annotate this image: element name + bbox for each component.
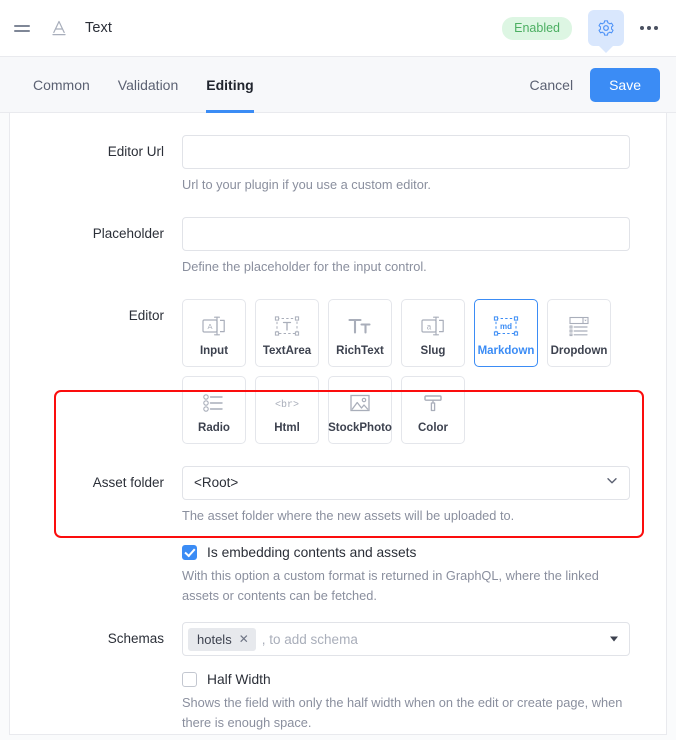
placeholder-label: Placeholder xyxy=(92,225,164,241)
more-options-button[interactable] xyxy=(636,13,662,43)
editor-option-richtext[interactable]: RichText xyxy=(328,298,392,367)
editor-option-slug[interactable]: a Slug xyxy=(401,298,465,367)
cancel-button[interactable]: Cancel xyxy=(529,77,573,93)
input-field-icon: A xyxy=(201,309,227,343)
svg-text:A: A xyxy=(207,322,212,331)
field-editor-url: Editor Url Url to your plugin if you use… xyxy=(10,135,666,195)
editor-option-color[interactable]: Color xyxy=(401,375,465,444)
drag-handle-icon[interactable] xyxy=(14,18,34,38)
schemas-placeholder: , to add schema xyxy=(261,631,358,647)
field-schemas: Schemas hotels ✕ , to add schema xyxy=(10,622,666,657)
editor-option-label: TextArea xyxy=(262,344,312,357)
editor-url-label: Editor Url xyxy=(107,144,164,159)
editor-option-label: RichText xyxy=(336,344,384,357)
embedding-checkbox[interactable] xyxy=(182,545,197,561)
svg-text:md: md xyxy=(500,322,512,331)
editor-option-label: Color xyxy=(417,421,449,434)
tab-validation[interactable]: Validation xyxy=(118,57,178,112)
editor-option-stockphoto[interactable]: StockPhoto xyxy=(328,375,392,444)
field-half-width: Half Width Shows the field with only the… xyxy=(10,672,666,733)
asset-folder-hint: The asset folder where the new assets wi… xyxy=(182,507,515,523)
editor-option-label: StockPhoto xyxy=(328,421,392,434)
tab-editing[interactable]: Editing xyxy=(206,57,255,113)
editor-option-grid: A Input TextArea RichText a Slug md Mark… xyxy=(182,298,630,444)
editor-option-radio[interactable]: Radio xyxy=(182,375,246,444)
embedding-checkbox-row[interactable]: Is embedding contents and assets xyxy=(182,545,630,561)
settings-button[interactable] xyxy=(588,10,624,46)
text-type-icon xyxy=(47,16,71,40)
svg-text:<br>: <br> xyxy=(275,399,299,411)
editor-option-dropdown[interactable]: Dropdown xyxy=(547,298,611,367)
half-width-checkbox[interactable] xyxy=(182,672,197,688)
asset-folder-value: <Root> xyxy=(194,475,239,491)
half-width-hint: Shows the field with only the half width… xyxy=(182,695,623,730)
richtext-icon xyxy=(347,309,373,343)
field-editor: Editor A Input TextArea RichText a Slug … xyxy=(10,298,666,444)
gear-icon xyxy=(598,20,614,36)
svg-text:a: a xyxy=(427,322,432,331)
editor-url-hint: Url to your plugin if you use a custom e… xyxy=(182,177,431,192)
editor-option-label: Radio xyxy=(198,421,230,434)
tab-bar: Common Validation Editing Cancel Save xyxy=(0,57,676,113)
field-settings-page: Text Enabled Common Validation Editing C… xyxy=(0,0,676,740)
remove-tag-icon[interactable]: ✕ xyxy=(239,633,249,645)
field-embedding: Is embedding contents and assets With th… xyxy=(10,545,666,606)
page-title: Text xyxy=(85,20,112,36)
editor-option-label: Slug xyxy=(420,344,446,357)
editor-option-textarea[interactable]: TextArea xyxy=(255,298,319,367)
field-placeholder: Placeholder Define the placeholder for t… xyxy=(10,216,666,277)
markdown-icon: md xyxy=(492,309,520,343)
placeholder-input[interactable] xyxy=(182,216,630,251)
tab-list: Common Validation Editing xyxy=(0,57,255,113)
save-button[interactable]: Save xyxy=(590,67,660,102)
editor-option-label: Html xyxy=(274,421,300,434)
editor-option-label: Markdown xyxy=(477,344,535,357)
status-badge: Enabled xyxy=(502,16,572,40)
schema-tag[interactable]: hotels ✕ xyxy=(188,627,256,651)
editor-option-input[interactable]: A Input xyxy=(182,298,246,367)
editor-option-markdown[interactable]: md Markdown xyxy=(474,298,538,367)
schemas-label: Schemas xyxy=(107,631,164,647)
editor-label: Editor xyxy=(128,307,164,323)
html-br-icon: <br> xyxy=(270,386,304,420)
caret-down-icon xyxy=(610,636,618,642)
embedding-label: Is embedding contents and assets xyxy=(207,545,417,561)
editor-url-input[interactable] xyxy=(182,135,630,169)
asset-folder-label: Asset folder xyxy=(92,474,164,490)
radio-list-icon xyxy=(201,386,227,420)
half-width-label: Half Width xyxy=(207,672,271,688)
more-options-icon xyxy=(640,26,644,30)
stockphoto-icon xyxy=(348,386,372,420)
editor-option-label: Dropdown xyxy=(550,344,608,357)
embedding-hint: With this option a custom format is retu… xyxy=(182,568,599,604)
schemas-tag-input[interactable]: hotels ✕ , to add schema xyxy=(182,622,630,657)
field-asset-folder: Asset folder <Root> The asset folder whe… xyxy=(10,465,666,526)
paint-roller-icon xyxy=(421,386,445,420)
field-header: Text Enabled xyxy=(0,0,676,57)
editor-option-html[interactable]: <br> Html xyxy=(255,375,319,444)
editor-option-label: Input xyxy=(199,344,229,357)
tab-common[interactable]: Common xyxy=(33,57,90,112)
placeholder-hint: Define the placeholder for the input con… xyxy=(182,258,427,274)
header-actions: Enabled xyxy=(502,10,676,46)
schema-tag-label: hotels xyxy=(197,631,232,647)
tab-actions: Cancel Save xyxy=(529,67,676,102)
editing-form: Editor Url Url to your plugin if you use… xyxy=(10,113,666,733)
dropdown-icon xyxy=(566,309,592,343)
textarea-icon xyxy=(274,309,300,343)
half-width-checkbox-row[interactable]: Half Width xyxy=(182,672,630,688)
editing-panel: Editor Url Url to your plugin if you use… xyxy=(9,113,667,735)
slug-icon: a xyxy=(420,309,446,343)
asset-folder-select[interactable]: <Root> xyxy=(182,465,630,500)
